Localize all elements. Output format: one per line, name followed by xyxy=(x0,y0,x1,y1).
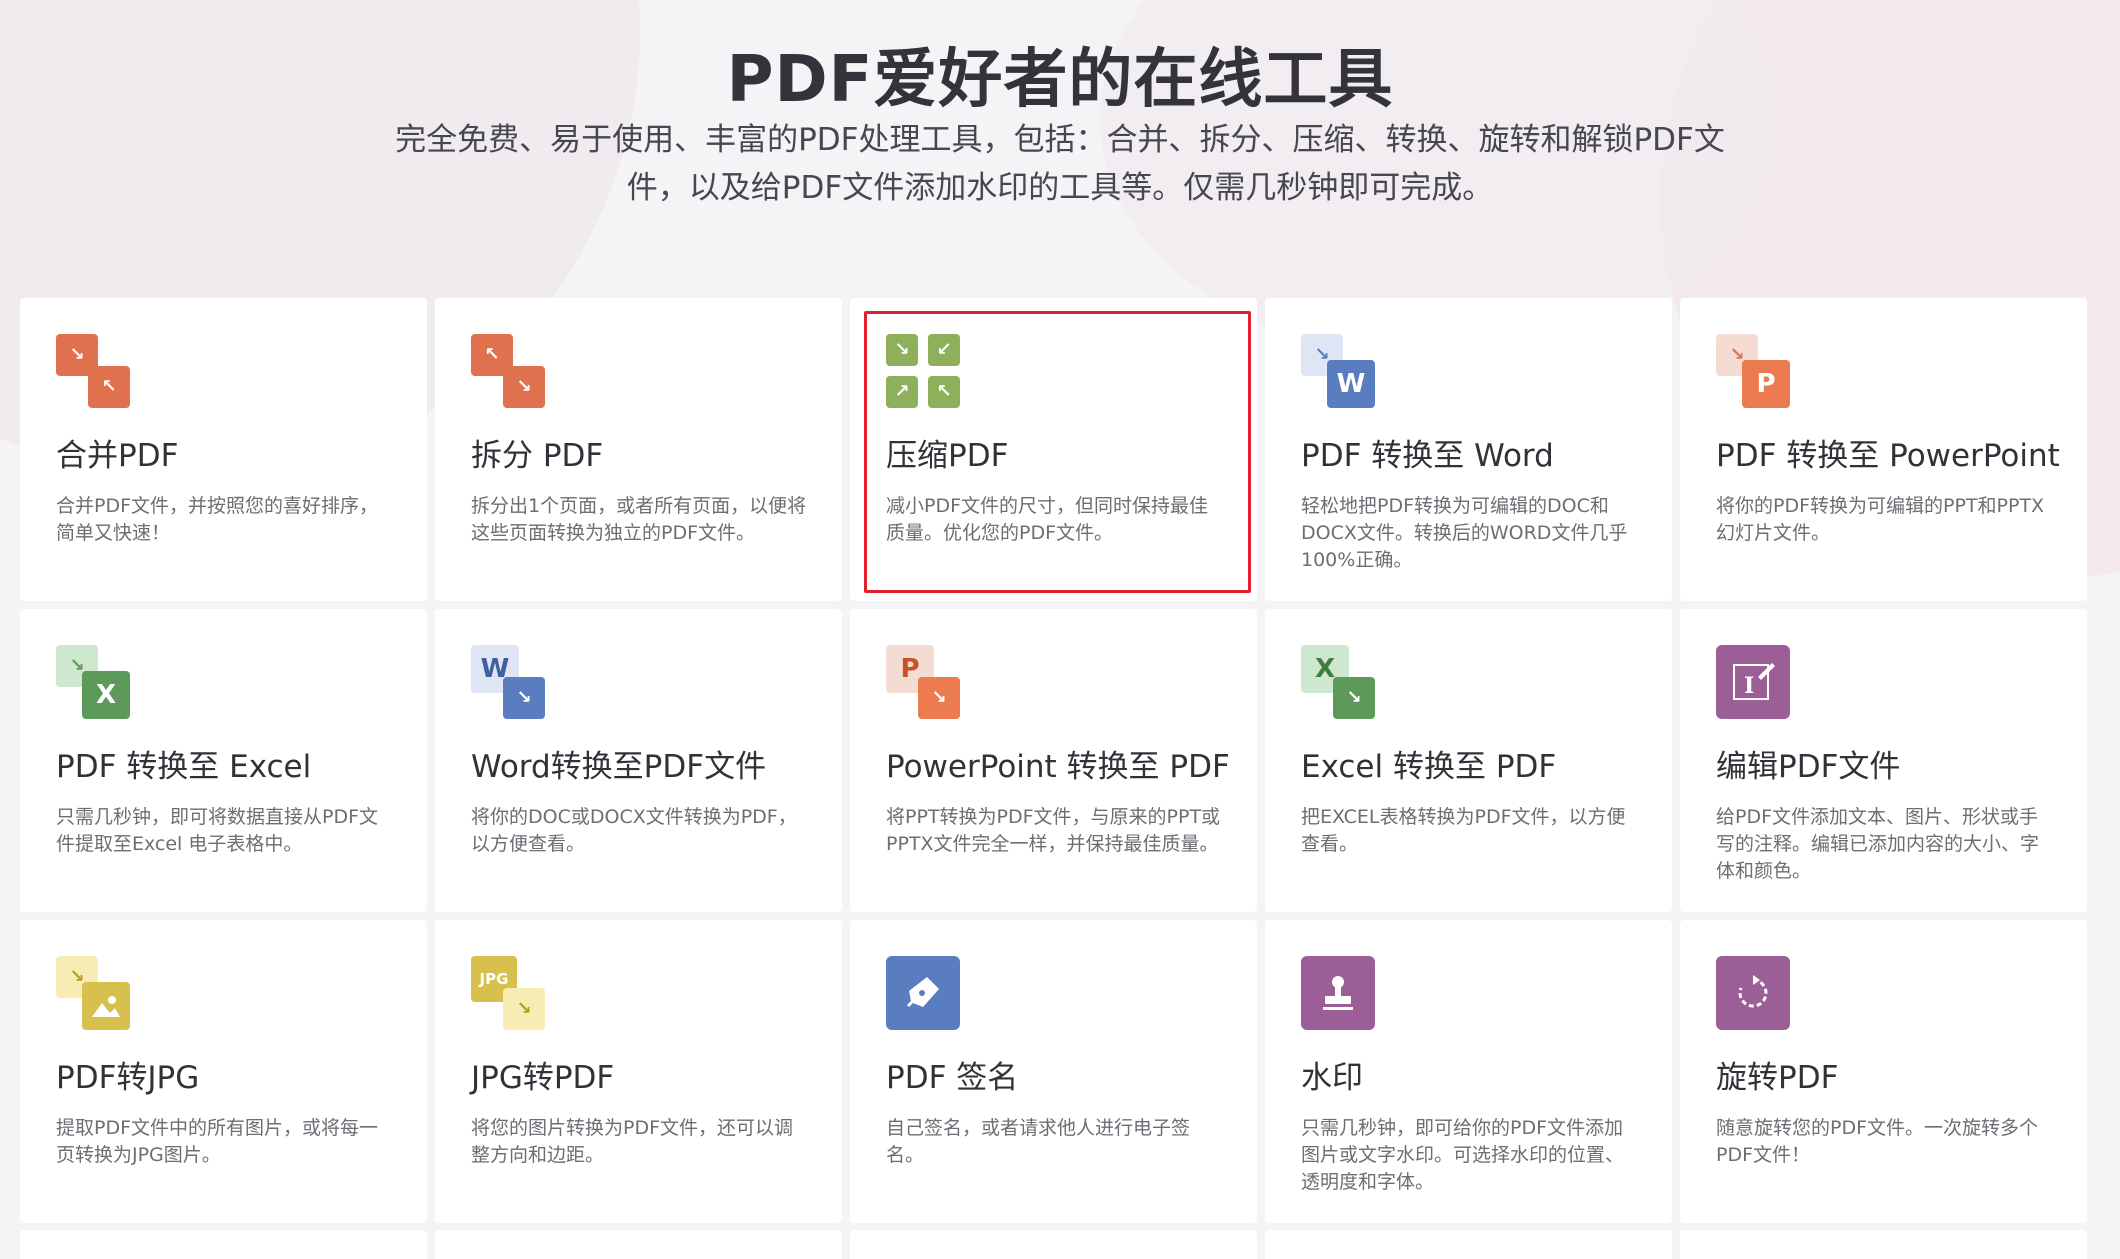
watermark-icon xyxy=(1301,956,1375,1030)
word-to-pdf-icon: W ↘ xyxy=(471,645,545,719)
tool-card-edit-pdf[interactable]: I 编辑PDF文件 给PDF文件添加文本、图片、形状或手写的注释。编辑已添加内容… xyxy=(1680,609,2087,912)
tool-title: 编辑PDF文件 xyxy=(1716,749,1901,785)
tool-title: PDF 转换至 Excel xyxy=(56,749,312,785)
tool-description: 合并PDF文件，并按照您的喜好排序，简单又快速！ xyxy=(56,495,379,544)
merge-icon: ↘ ↖ xyxy=(56,334,130,408)
tool-title: 合并PDF xyxy=(56,438,179,474)
tool-card-partial[interactable] xyxy=(1265,1230,1672,1259)
pdf-to-jpg-icon: ↘ xyxy=(56,956,130,1030)
edit-pdf-icon: I xyxy=(1716,645,1790,719)
page-subtitle: 完全免费、易于使用、丰富的PDF处理工具，包括：合并、拆分、压缩、转换、旋转和解… xyxy=(340,116,1780,212)
subtitle-line: 完全免费、易于使用、丰富的PDF处理工具，包括：合并、拆分、压缩、转换、旋转和解… xyxy=(395,122,1725,158)
tool-description: 随意旋转您的PDF文件。一次旋转多个PDF文件！ xyxy=(1716,1117,2039,1166)
tool-description: 将你的DOC或DOCX文件转换为PDF，以方便查看。 xyxy=(471,806,797,855)
tool-card-partial[interactable] xyxy=(20,1230,427,1259)
tool-card-pdf-to-excel[interactable]: ↘ X PDF 转换至 Excel 只需几秒钟，即可将数据直接从PDF文件提取至… xyxy=(20,609,427,912)
pdf-to-excel-icon: ↘ X xyxy=(56,645,130,719)
tool-card-partial[interactable] xyxy=(850,1230,1257,1259)
tool-card-rotate-pdf[interactable]: 旋转PDF 随意旋转您的PDF文件。一次旋转多个PDF文件！ xyxy=(1680,920,2087,1223)
tool-card-pdf-to-word[interactable]: ↘ W PDF 转换至 Word 轻松地把PDF转换为可编辑的DOC和DOCX文… xyxy=(1265,298,1672,601)
tool-title: 压缩PDF xyxy=(886,438,1009,474)
tool-description: 拆分出1个页面，或者所有页面，以便将这些页面转换为独立的PDF文件。 xyxy=(471,495,807,544)
tool-card-partial[interactable] xyxy=(1680,1230,2087,1259)
tool-title: PDF 转换至 PowerPoint xyxy=(1716,438,2060,474)
jpg-to-pdf-icon: JPG ↘ xyxy=(471,956,545,1030)
tool-card-word-to-pdf[interactable]: W ↘ Word转换至PDF文件 将你的DOC或DOCX文件转换为PDF，以方便… xyxy=(435,609,842,912)
tool-description: 轻松地把PDF转换为可编辑的DOC和DOCX文件。转换后的WORD文件几乎100… xyxy=(1301,495,1628,571)
page: PDF爱好者的在线工具 完全免费、易于使用、丰富的PDF处理工具，包括：合并、拆… xyxy=(0,0,2120,1259)
tool-description: 将您的图片转换为PDF文件，还可以调整方向和边距。 xyxy=(471,1117,794,1166)
tool-title: Excel 转换至 PDF xyxy=(1301,749,1557,785)
tool-card-partial[interactable] xyxy=(435,1230,842,1259)
subtitle-line: 件，以及给PDF文件添加水印的工具等。仅需几秒钟即可完成。 xyxy=(626,170,1494,206)
next-row-cards xyxy=(20,1230,2087,1259)
tool-card-watermark[interactable]: 水印 只需几秒钟，即可给你的PDF文件添加图片或文字水印。可选择水印的位置、透明… xyxy=(1265,920,1672,1223)
tool-card-pdf-to-jpg[interactable]: ↘ PDF转JPG 提取PDF文件中的所有图片，或将每一页转换为JPG图片。 xyxy=(20,920,427,1223)
pdf-to-powerpoint-icon: ↘ P xyxy=(1716,334,1790,408)
tool-description: 只需几秒钟，即可将数据直接从PDF文件提取至Excel 电子表格中。 xyxy=(56,806,379,855)
tool-card-pdf-to-powerpoint[interactable]: ↘ P PDF 转换至 PowerPoint 将你的PDF转换为可编辑的PPT和… xyxy=(1680,298,2087,601)
tool-description: 将PPT转换为PDF文件，与原来的PPT或PPTX文件完全一样，并保持最佳质量。 xyxy=(886,806,1221,855)
tool-title: 水印 xyxy=(1301,1060,1363,1096)
tool-title: 旋转PDF xyxy=(1716,1060,1839,1096)
tool-title: JPG转PDF xyxy=(471,1060,615,1096)
tool-card-sign-pdf[interactable]: PDF 签名 自己签名，或者请求他人进行电子签名。 xyxy=(850,920,1257,1223)
compress-icon: ↘ ↙ ↗ ↖ xyxy=(886,334,960,408)
tool-card-powerpoint-to-pdf[interactable]: P ↘ PowerPoint 转换至 PDF 将PPT转换为PDF文件，与原来的… xyxy=(850,609,1257,912)
tool-description: 把EXCEL表格转换为PDF文件，以方便查看。 xyxy=(1301,806,1626,855)
tool-card-jpg-to-pdf[interactable]: JPG ↘ JPG转PDF 将您的图片转换为PDF文件，还可以调整方向和边距。 xyxy=(435,920,842,1223)
svg-text:I: I xyxy=(1744,673,1754,699)
tool-title: PDF 转换至 Word xyxy=(1301,438,1554,474)
tool-card-merge-pdf[interactable]: ↘ ↖ 合并PDF 合并PDF文件，并按照您的喜好排序，简单又快速！ xyxy=(20,298,427,601)
rotate-pdf-icon xyxy=(1716,956,1790,1030)
tool-description: 减小PDF文件的尺寸，但同时保持最佳质量。优化您的PDF文件。 xyxy=(886,495,1209,544)
tool-description: 只需几秒钟，即可给你的PDF文件添加图片或文字水印。可选择水印的位置、透明度和字… xyxy=(1301,1117,1625,1193)
tool-card-excel-to-pdf[interactable]: X ↘ Excel 转换至 PDF 把EXCEL表格转换为PDF文件，以方便查看… xyxy=(1265,609,1672,912)
tool-title: PDF 签名 xyxy=(886,1060,1019,1096)
sign-pdf-icon xyxy=(886,956,960,1030)
tools-grid: ↘ ↖ 合并PDF 合并PDF文件，并按照您的喜好排序，简单又快速！ ↖ ↘ 拆… xyxy=(20,298,2087,1223)
tool-card-compress-pdf[interactable]: ↘ ↙ ↗ ↖ 压缩PDF 减小PDF文件的尺寸，但同时保持最佳质量。优化您的P… xyxy=(850,298,1257,601)
excel-to-pdf-icon: X ↘ xyxy=(1301,645,1375,719)
tool-description: 给PDF文件添加文本、图片、形状或手写的注释。编辑已添加内容的大小、字体和颜色。 xyxy=(1716,806,2040,882)
split-icon: ↖ ↘ xyxy=(471,334,545,408)
pdf-to-word-icon: ↘ W xyxy=(1301,334,1375,408)
page-title: PDF爱好者的在线工具 xyxy=(726,43,1394,117)
powerpoint-to-pdf-icon: P ↘ xyxy=(886,645,960,719)
tool-title: Word转换至PDF文件 xyxy=(471,749,767,785)
tool-title: PDF转JPG xyxy=(56,1060,200,1096)
tool-description: 提取PDF文件中的所有图片，或将每一页转换为JPG图片。 xyxy=(56,1117,379,1166)
tool-description: 自己签名，或者请求他人进行电子签名。 xyxy=(886,1117,1191,1166)
tool-description: 将你的PDF转换为可编辑的PPT和PPTX幻灯片文件。 xyxy=(1716,495,2045,544)
tool-title: PowerPoint 转换至 PDF xyxy=(886,749,1230,785)
tool-card-split-pdf[interactable]: ↖ ↘ 拆分 PDF 拆分出1个页面，或者所有页面，以便将这些页面转换为独立的P… xyxy=(435,298,842,601)
tool-title: 拆分 PDF xyxy=(471,438,604,474)
